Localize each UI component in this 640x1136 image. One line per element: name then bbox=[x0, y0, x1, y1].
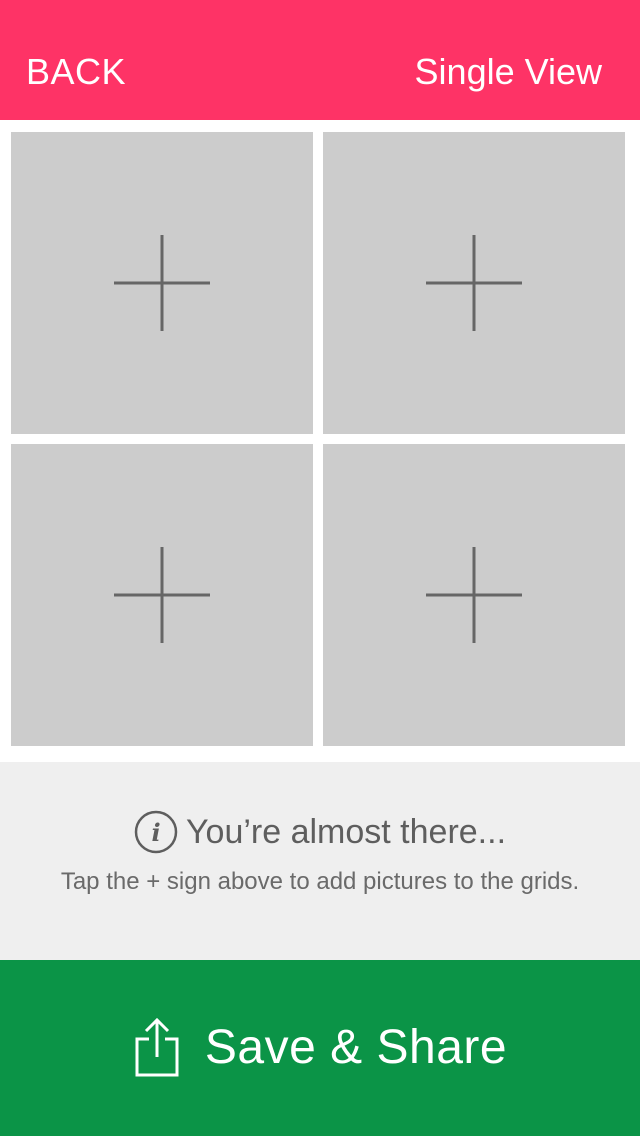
save-share-label: Save & Share bbox=[204, 1021, 508, 1074]
grid-cell-top-right[interactable] bbox=[323, 132, 625, 434]
plus-icon bbox=[426, 235, 522, 331]
top-bar: BACK Single View bbox=[0, 0, 640, 120]
back-button[interactable]: BACK bbox=[26, 50, 126, 94]
info-subtitle: Tap the + sign above to add pictures to … bbox=[60, 868, 580, 895]
plus-icon bbox=[426, 547, 522, 643]
svg-text:i: i bbox=[151, 818, 160, 847]
grid-cell-top-left[interactable] bbox=[11, 132, 313, 434]
info-title: You’re almost there... bbox=[185, 813, 507, 851]
single-view-button[interactable]: Single View bbox=[415, 50, 602, 94]
save-share-button[interactable]: Save & Share bbox=[0, 960, 640, 1136]
info-icon: i bbox=[134, 810, 178, 854]
info-title-row: i You’re almost there... bbox=[0, 810, 640, 854]
info-panel: i You’re almost there... Tap the + sign … bbox=[0, 762, 640, 960]
grid-cell-bottom-right[interactable] bbox=[323, 444, 625, 746]
plus-icon bbox=[114, 547, 210, 643]
share-icon bbox=[133, 1017, 181, 1079]
grid-cell-bottom-left[interactable] bbox=[11, 444, 313, 746]
plus-icon bbox=[114, 235, 210, 331]
